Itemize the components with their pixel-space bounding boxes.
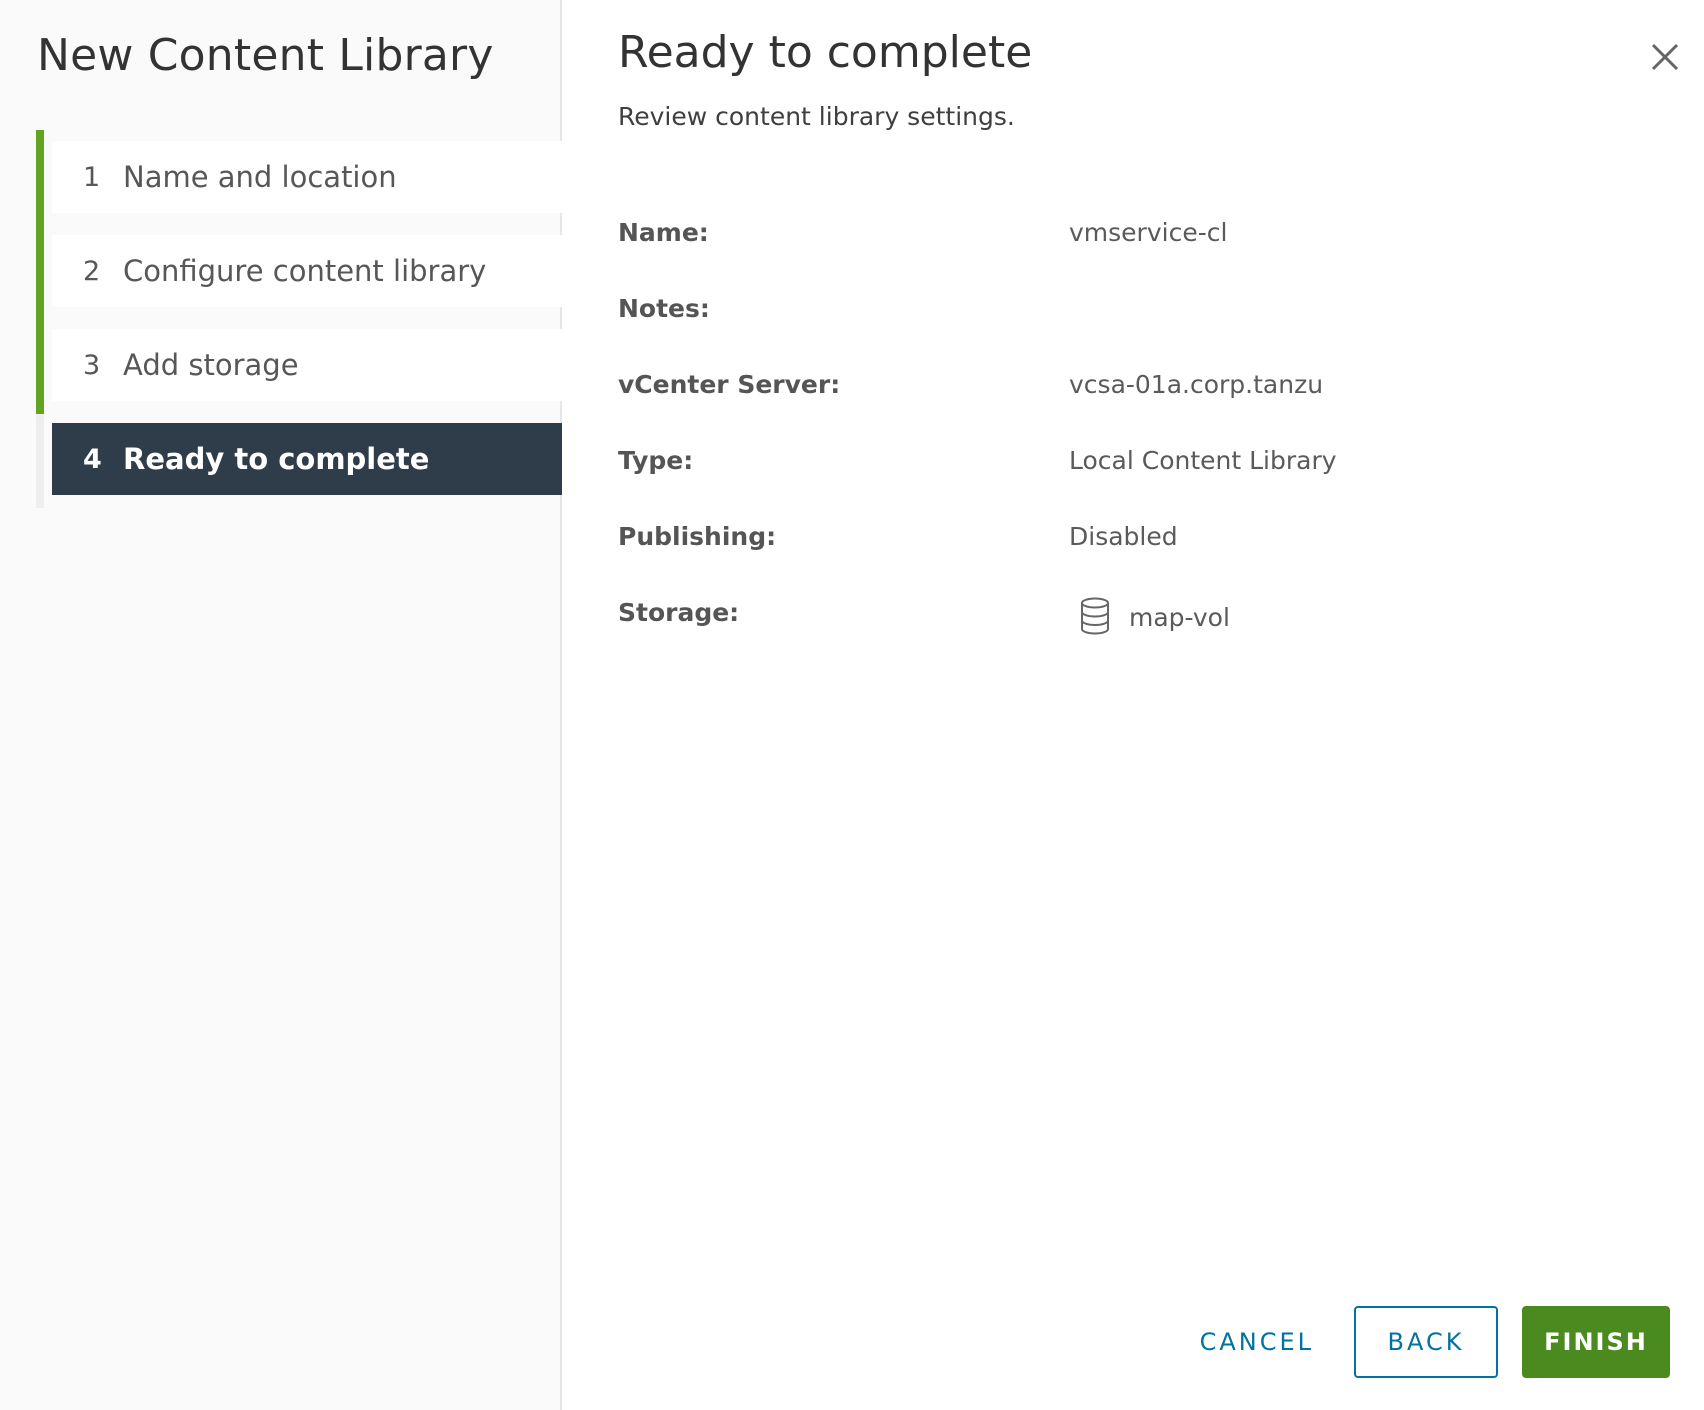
review-summary: Name: vmservice-cl Notes: vCenter Server… <box>618 208 1658 664</box>
review-value-storage: map-vol <box>1069 596 1230 636</box>
cancel-button[interactable]: CANCEL <box>1172 1306 1342 1378</box>
wizard-step-configure-content-library[interactable]: 2 Configure content library <box>52 235 562 307</box>
page-title: Ready to complete <box>618 27 1033 78</box>
wizard-sidebar: New Content Library 1 Name and location … <box>0 0 562 1410</box>
review-value: vcsa-01a.corp.tanzu <box>1069 370 1324 399</box>
step-number: 1 <box>83 161 101 193</box>
step-label: Ready to complete <box>123 442 430 476</box>
wizard-footer: CANCEL BACK FINISH <box>1172 1306 1670 1378</box>
review-label: Publishing: <box>618 522 777 551</box>
review-row-name: Name: vmservice-cl <box>618 208 1658 284</box>
close-button[interactable] <box>1645 37 1685 77</box>
review-label: Storage: <box>618 598 740 627</box>
wizard-progress-track <box>36 130 44 508</box>
review-label: Type: <box>618 446 694 475</box>
review-label: vCenter Server: <box>618 370 841 399</box>
storage-name: map-vol <box>1129 602 1230 632</box>
close-icon <box>1645 37 1685 77</box>
review-label: Notes: <box>618 294 710 323</box>
step-label: Configure content library <box>123 254 487 288</box>
review-row-storage: Storage: map-vol <box>618 588 1658 664</box>
review-value: Local Content Library <box>1069 446 1337 475</box>
wizard-step-ready-to-complete[interactable]: 4 Ready to complete <box>52 423 562 495</box>
wizard-steps: 1 Name and location 2 Configure content … <box>52 141 562 517</box>
wizard-step-add-storage[interactable]: 3 Add storage <box>52 329 562 401</box>
step-number: 4 <box>83 443 102 475</box>
step-number: 2 <box>83 255 101 287</box>
new-content-library-dialog: New Content Library 1 Name and location … <box>0 0 1704 1410</box>
back-button[interactable]: BACK <box>1354 1306 1498 1378</box>
review-row-type: Type: Local Content Library <box>618 436 1658 512</box>
review-value: Disabled <box>1069 522 1178 551</box>
wizard-main-panel: Ready to complete Review content library… <box>562 0 1704 1410</box>
review-row-vcenter-server: vCenter Server: vcsa-01a.corp.tanzu <box>618 360 1658 436</box>
finish-button[interactable]: FINISH <box>1522 1306 1670 1378</box>
step-label: Name and location <box>123 160 397 194</box>
review-row-notes: Notes: <box>618 284 1658 360</box>
review-value: vmservice-cl <box>1069 218 1228 247</box>
wizard-step-name-and-location[interactable]: 1 Name and location <box>52 141 562 213</box>
wizard-title: New Content Library <box>37 30 494 81</box>
datastore-icon <box>1077 596 1113 636</box>
review-label: Name: <box>618 218 709 247</box>
wizard-progress-fill <box>36 130 44 414</box>
page-subtitle: Review content library settings. <box>618 102 1015 131</box>
step-label: Add storage <box>123 348 299 382</box>
review-row-publishing: Publishing: Disabled <box>618 512 1658 588</box>
step-number: 3 <box>83 349 101 381</box>
